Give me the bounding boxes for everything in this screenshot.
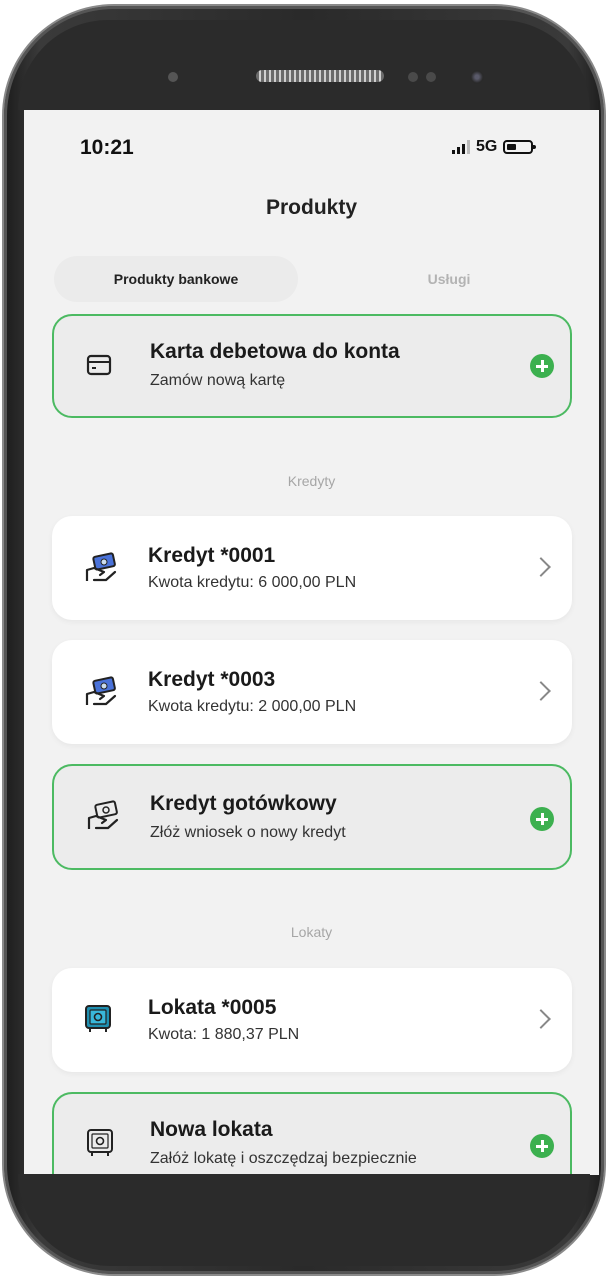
- card-subtitle: Kwota kredytu: 6 000,00 PLN: [148, 574, 357, 591]
- card-title: Nowa lokata: [150, 1118, 273, 1141]
- sensor-dot: [168, 72, 178, 82]
- card-subtitle: Kwota: 1 880,37 PLN: [148, 1026, 300, 1043]
- safe-outline-icon: [86, 1128, 114, 1163]
- earpiece-speaker: [256, 70, 384, 82]
- cash-loan-apply-card[interactable]: Kredyt gotówkowy Złóż wniosek o nowy kre…: [52, 764, 572, 870]
- front-camera: [470, 70, 484, 84]
- card-icon: [86, 354, 112, 381]
- card-subtitle: Załóż lokatę i oszczędzaj bezpiecznie: [150, 1150, 417, 1167]
- network-label: 5G: [476, 138, 498, 155]
- app-screen: 10:21 5G Produkty Produkty bankowe Usług…: [24, 110, 599, 1175]
- debit-card-order-card[interactable]: Karta debetowa do konta Zamów nową kartę: [52, 314, 572, 418]
- chevron-right-icon: [531, 557, 551, 577]
- card-title: Kredyt gotówkowy: [150, 792, 337, 815]
- phone-top-bezel: [18, 20, 590, 110]
- new-deposit-card[interactable]: Nowa lokata Załóż lokatę i oszczędzaj be…: [52, 1092, 572, 1175]
- deposit-0005-card[interactable]: Lokata *0005 Kwota: 1 880,37 PLN: [52, 968, 572, 1072]
- cash-hand-outline-icon: [86, 800, 120, 837]
- battery-icon: [503, 140, 537, 154]
- card-subtitle: Kwota kredytu: 2 000,00 PLN: [148, 698, 357, 715]
- card-subtitle: Złóż wniosek o nowy kredyt: [150, 824, 346, 841]
- phone-bottom-bezel: [18, 1174, 590, 1266]
- tab-uslugi[interactable]: Usługi: [384, 256, 514, 302]
- cash-hand-icon: [84, 552, 118, 589]
- section-label-lokaty: Lokaty: [290, 924, 333, 940]
- safe-icon: [84, 1004, 112, 1039]
- card-title: Kredyt *0001: [148, 544, 276, 567]
- status-icons: 5G: [452, 138, 537, 156]
- tab-produkty-bankowe[interactable]: Produkty bankowe: [54, 256, 298, 302]
- chevron-right-icon: [531, 681, 551, 701]
- sensor-dot: [408, 72, 418, 82]
- card-subtitle: Zamów nową kartę: [150, 372, 286, 389]
- cash-hand-icon: [84, 676, 118, 713]
- chevron-right-icon: [531, 1009, 551, 1029]
- card-title: Karta debetowa do konta: [150, 340, 400, 363]
- credit-0001-card[interactable]: Kredyt *0001 Kwota kredytu: 6 000,00 PLN: [52, 516, 572, 620]
- add-icon: [530, 807, 554, 831]
- add-icon: [530, 1134, 554, 1158]
- signal-icon: [452, 140, 470, 154]
- card-title: Lokata *0005: [148, 996, 277, 1019]
- section-label-kredyty: Kredyty: [287, 473, 336, 489]
- phone-frame: 10:21 5G Produkty Produkty bankowe Usług…: [4, 6, 604, 1274]
- add-icon: [530, 354, 554, 378]
- credit-0003-card[interactable]: Kredyt *0003 Kwota kredytu: 2 000,00 PLN: [52, 640, 572, 744]
- page-title: Produkty: [265, 196, 357, 219]
- tab-bar: Produkty bankowe Usługi: [54, 256, 554, 302]
- card-title: Kredyt *0003: [148, 668, 276, 691]
- status-time: 10:21: [80, 136, 134, 159]
- sensor-dot: [426, 72, 436, 82]
